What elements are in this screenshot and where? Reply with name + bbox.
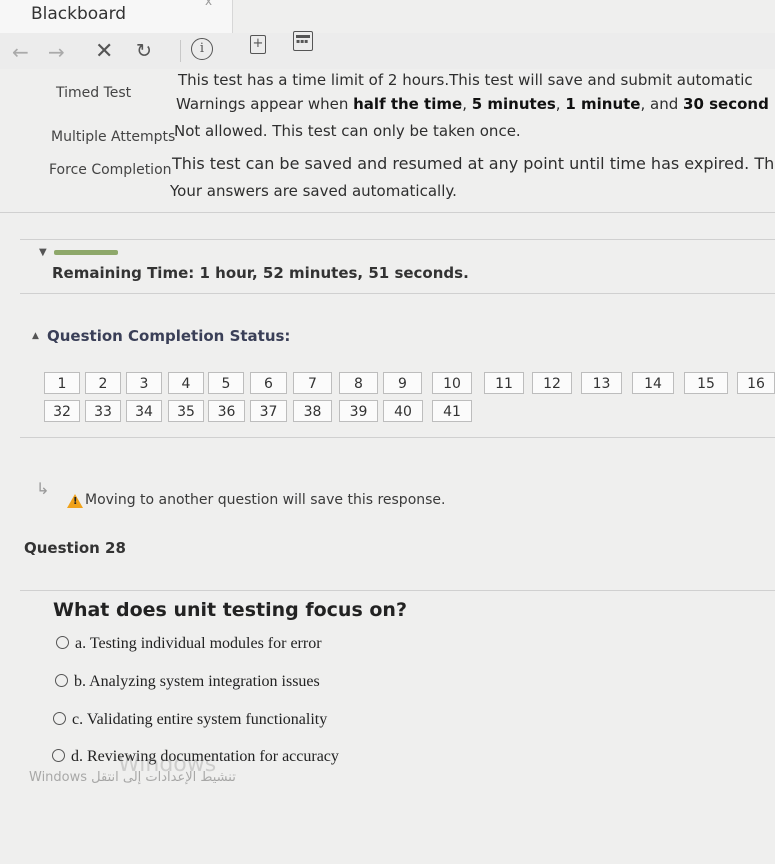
browser-tab[interactable]: Blackboard x <box>0 0 233 33</box>
divider <box>20 590 775 591</box>
question-number-8[interactable]: 8 <box>339 372 378 394</box>
question-number-15[interactable]: 15 <box>684 372 728 394</box>
question-number-5[interactable]: 5 <box>208 372 244 394</box>
question-number-1[interactable]: 1 <box>44 372 80 394</box>
question-number-38[interactable]: 38 <box>293 400 332 422</box>
answer-option-c[interactable]: c. Validating entire system functionalit… <box>53 711 327 729</box>
info-icon[interactable]: i <box>191 38 213 60</box>
divider <box>20 293 775 294</box>
divider <box>0 212 775 213</box>
question-number-16[interactable]: 16 <box>737 372 775 394</box>
question-number-36[interactable]: 36 <box>208 400 245 422</box>
warning-icon <box>67 494 83 508</box>
toolbar-divider <box>180 40 181 62</box>
return-arrow-icon: ↳ <box>36 479 50 498</box>
timed-test-label: Timed Test <box>56 85 132 101</box>
time-progress-bar <box>54 250 118 255</box>
question-title: Question 28 <box>24 539 126 557</box>
answer-option-a[interactable]: a. Testing individual modules for error <box>56 635 322 653</box>
question-number-40[interactable]: 40 <box>383 400 423 422</box>
radio-button[interactable] <box>53 711 66 725</box>
forward-icon[interactable]: → <box>48 40 65 64</box>
activation-watermark-text: Windows تنشيط الإعدادات إلى انتقل <box>29 770 236 785</box>
expand-icon[interactable]: ▲ <box>32 331 39 341</box>
reload-icon[interactable]: ↻ <box>136 40 152 62</box>
timed-test-line1: This test has a time limit of 2 hours.Th… <box>178 71 753 89</box>
radio-button[interactable] <box>52 748 65 762</box>
question-number-35[interactable]: 35 <box>168 400 204 422</box>
question-number-12[interactable]: 12 <box>532 372 572 394</box>
question-number-3[interactable]: 3 <box>126 372 162 394</box>
question-number-34[interactable]: 34 <box>126 400 162 422</box>
question-number-41[interactable]: 41 <box>432 400 472 422</box>
browser-toolbar <box>0 33 775 69</box>
force-completion-text: This test can be saved and resumed at an… <box>172 154 775 173</box>
question-text: What does unit testing focus on? <box>53 599 407 621</box>
option-label: b. Analyzing system integration issues <box>74 673 320 690</box>
back-icon[interactable]: ← <box>12 40 29 64</box>
remaining-time: Remaining Time: 1 hour, 52 minutes, 51 s… <box>52 264 469 282</box>
question-number-14[interactable]: 14 <box>632 372 674 394</box>
question-number-2[interactable]: 2 <box>85 372 121 394</box>
app-title: Blackboard <box>31 4 127 24</box>
question-number-39[interactable]: 39 <box>339 400 378 422</box>
question-number-10[interactable]: 10 <box>432 372 472 394</box>
divider <box>20 239 775 240</box>
question-number-11[interactable]: 11 <box>484 372 524 394</box>
divider <box>20 437 775 438</box>
option-label: a. Testing individual modules for error <box>75 635 322 652</box>
radio-button[interactable] <box>56 635 69 649</box>
attempts-text: Not allowed. This test can only be taken… <box>174 122 521 140</box>
collapse-caret-icon[interactable]: ▼ <box>39 247 47 258</box>
stop-icon[interactable]: ✕ <box>95 39 113 64</box>
save-notice: Moving to another question will save thi… <box>85 492 446 508</box>
tab-close-icon[interactable]: x <box>205 0 212 8</box>
question-number-6[interactable]: 6 <box>250 372 287 394</box>
attempts-label: Multiple Attempts <box>51 129 176 145</box>
timed-test-line2: Warnings appear when half the time, 5 mi… <box>176 95 769 113</box>
question-number-33[interactable]: 33 <box>85 400 121 422</box>
question-number-7[interactable]: 7 <box>293 372 332 394</box>
question-number-37[interactable]: 37 <box>250 400 287 422</box>
saved-text: Your answers are saved automatically. <box>170 182 457 200</box>
new-tab-icon[interactable]: + <box>250 35 266 54</box>
answer-option-b[interactable]: b. Analyzing system integration issues <box>55 673 320 691</box>
calculator-icon[interactable] <box>293 31 313 51</box>
completion-status-label: Question Completion Status: <box>47 327 291 345</box>
question-number-32[interactable]: 32 <box>44 400 80 422</box>
question-number-4[interactable]: 4 <box>168 372 204 394</box>
force-completion-label: Force Completion <box>49 162 172 178</box>
option-label: c. Validating entire system functionalit… <box>72 711 328 728</box>
question-number-9[interactable]: 9 <box>383 372 422 394</box>
question-number-13[interactable]: 13 <box>581 372 622 394</box>
radio-button[interactable] <box>55 673 68 687</box>
